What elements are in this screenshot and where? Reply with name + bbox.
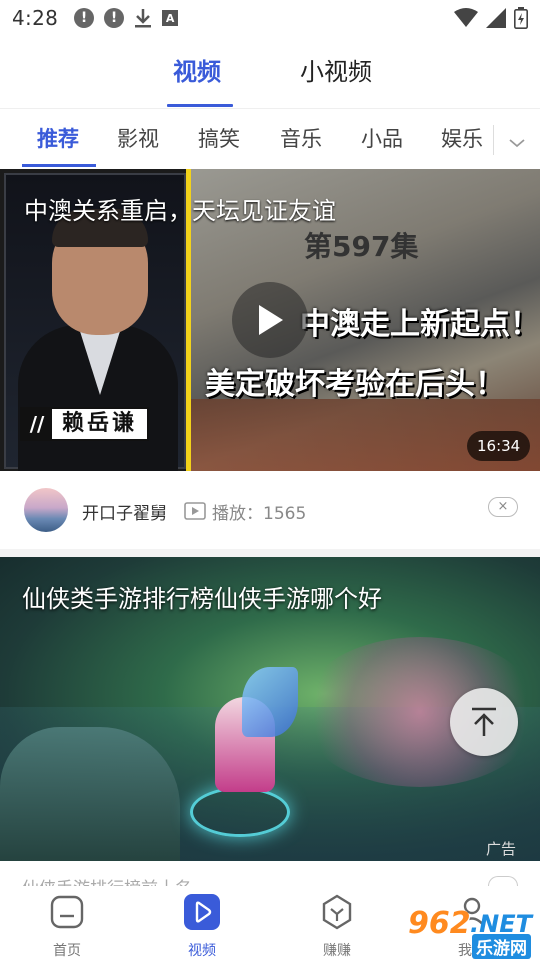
- status-system-icons: [454, 7, 528, 29]
- alert-icon-2: !: [104, 8, 125, 28]
- author-avatar[interactable]: [24, 488, 68, 532]
- category-music[interactable]: 音乐: [280, 123, 322, 153]
- category-bar: 推荐 影视 搞笑 音乐 小品 娱乐: [0, 108, 540, 168]
- site-watermark: 962 .NET 乐游网: [400, 904, 540, 959]
- app-screen: 4:28 ! ! A 视频 小视频 推荐 影视 搞笑 音乐 小品 娱乐 // 赖…: [0, 0, 540, 960]
- video-caption-line2: 美定破坏考验在后头！: [205, 367, 505, 402]
- video-play-icon: [184, 894, 220, 930]
- play-count-icon: [184, 502, 206, 520]
- status-notification-icons: ! ! A: [74, 8, 179, 28]
- nav-earn[interactable]: 赚赚: [292, 894, 382, 960]
- video-meta-row: 开口子翟舅 播放：1565 ×: [0, 471, 540, 549]
- video-title[interactable]: 中澳关系重启，天坛见证友谊: [24, 191, 336, 226]
- status-bar: 4:28 ! ! A: [0, 0, 540, 36]
- nav-earn-label: 赚赚: [323, 943, 351, 959]
- wifi-icon: [454, 8, 478, 27]
- ad-scene-glow-ring: [190, 787, 290, 837]
- watermark-number: 962: [408, 906, 471, 941]
- presenter-nameplate: // 赖岳谦: [20, 407, 150, 441]
- watermark-site-name: 乐游网: [472, 934, 531, 959]
- tab-active-indicator: [167, 104, 233, 107]
- tab-short-video[interactable]: 小视频: [300, 52, 372, 87]
- ad-title[interactable]: 仙侠类手游排行榜仙侠手游哪个好: [22, 579, 382, 614]
- nav-video-label: 视频: [188, 943, 216, 959]
- status-time: 4:28: [12, 6, 59, 30]
- video-thumbnail[interactable]: // 赖岳谦 第597集 中澳走上新起点！ 美定破坏考验在后头！ 中澳关系重启，…: [0, 169, 540, 471]
- home-icon: [50, 895, 84, 929]
- nameplate-name: 赖岳谦: [62, 411, 138, 436]
- nameplate-logo: //: [22, 409, 52, 439]
- earn-icon: [322, 894, 352, 930]
- nav-home[interactable]: 首页: [22, 894, 112, 960]
- play-button[interactable]: [232, 282, 308, 358]
- chevron-down-icon[interactable]: [503, 133, 531, 153]
- play-count: 播放：1565: [212, 504, 307, 524]
- a-icon: A: [162, 10, 179, 26]
- author-name[interactable]: 开口子翟舅: [82, 499, 167, 524]
- category-movies[interactable]: 影视: [117, 123, 159, 153]
- back-to-top-button[interactable]: [450, 688, 518, 756]
- category-recommend[interactable]: 推荐: [37, 123, 79, 153]
- signal-icon: [486, 8, 506, 28]
- video-duration: 16:34: [467, 431, 531, 461]
- nav-home-label: 首页: [53, 943, 81, 959]
- category-entertainment[interactable]: 娱乐: [441, 123, 483, 153]
- download-icon: [135, 9, 152, 28]
- alert-icon: !: [74, 8, 95, 28]
- category-funny[interactable]: 搞笑: [198, 123, 240, 153]
- category-divider: [493, 125, 494, 155]
- arrow-up-icon: [472, 707, 496, 736]
- ad-scene-statue: [0, 727, 180, 861]
- category-sketch[interactable]: 小品: [361, 123, 403, 153]
- video-caption-line1: 中澳走上新起点！: [300, 307, 540, 342]
- card-separator: [0, 549, 540, 557]
- video-episode: 第597集: [304, 230, 419, 263]
- play-icon: [259, 305, 283, 335]
- ad-label: 广告: [486, 840, 517, 858]
- category-active-indicator: [22, 164, 96, 167]
- primary-tabs: 视频 小视频: [0, 40, 540, 108]
- battery-icon: [514, 7, 528, 29]
- tab-video[interactable]: 视频: [173, 52, 221, 87]
- ad-scene-wing: [242, 667, 298, 737]
- nav-video[interactable]: 视频: [157, 894, 247, 960]
- dismiss-button[interactable]: ×: [488, 497, 518, 517]
